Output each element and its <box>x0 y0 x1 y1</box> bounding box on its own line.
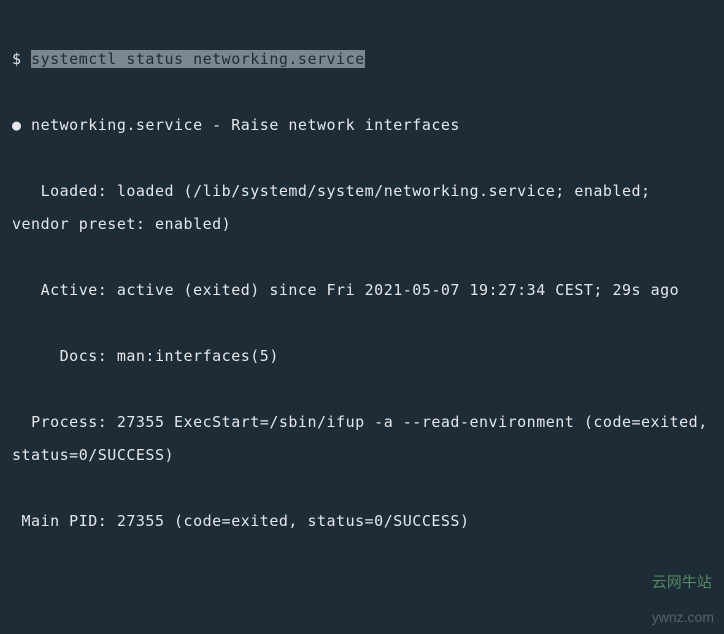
status-title-line: ● networking.service - Raise network int… <box>12 109 714 142</box>
loaded-line: Loaded: loaded (/lib/systemd/system/netw… <box>12 175 714 241</box>
command-text: systemctl status networking.service <box>31 50 365 68</box>
status-bullet-icon: ● <box>12 116 22 134</box>
blank-line <box>12 571 714 604</box>
active-line: Active: active (exited) since Fri 2021-0… <box>12 274 714 307</box>
process-line: Process: 27355 ExecStart=/sbin/ifup -a -… <box>12 406 714 472</box>
mainpid-line: Main PID: 27355 (code=exited, status=0/S… <box>12 505 714 538</box>
command-line: $ systemctl status networking.service <box>12 43 714 76</box>
watermark-url: ywnz.com <box>652 609 714 625</box>
shell-prompt: $ <box>12 50 31 68</box>
watermark-label: 云网牛站 <box>652 574 712 591</box>
docs-line: Docs: man:interfaces(5) <box>12 340 714 373</box>
service-title: networking.service - Raise network inter… <box>22 116 460 134</box>
terminal-window[interactable]: $ systemctl status networking.service ● … <box>0 0 724 634</box>
watermark: 云网牛站 ywnz.com <box>644 558 714 626</box>
